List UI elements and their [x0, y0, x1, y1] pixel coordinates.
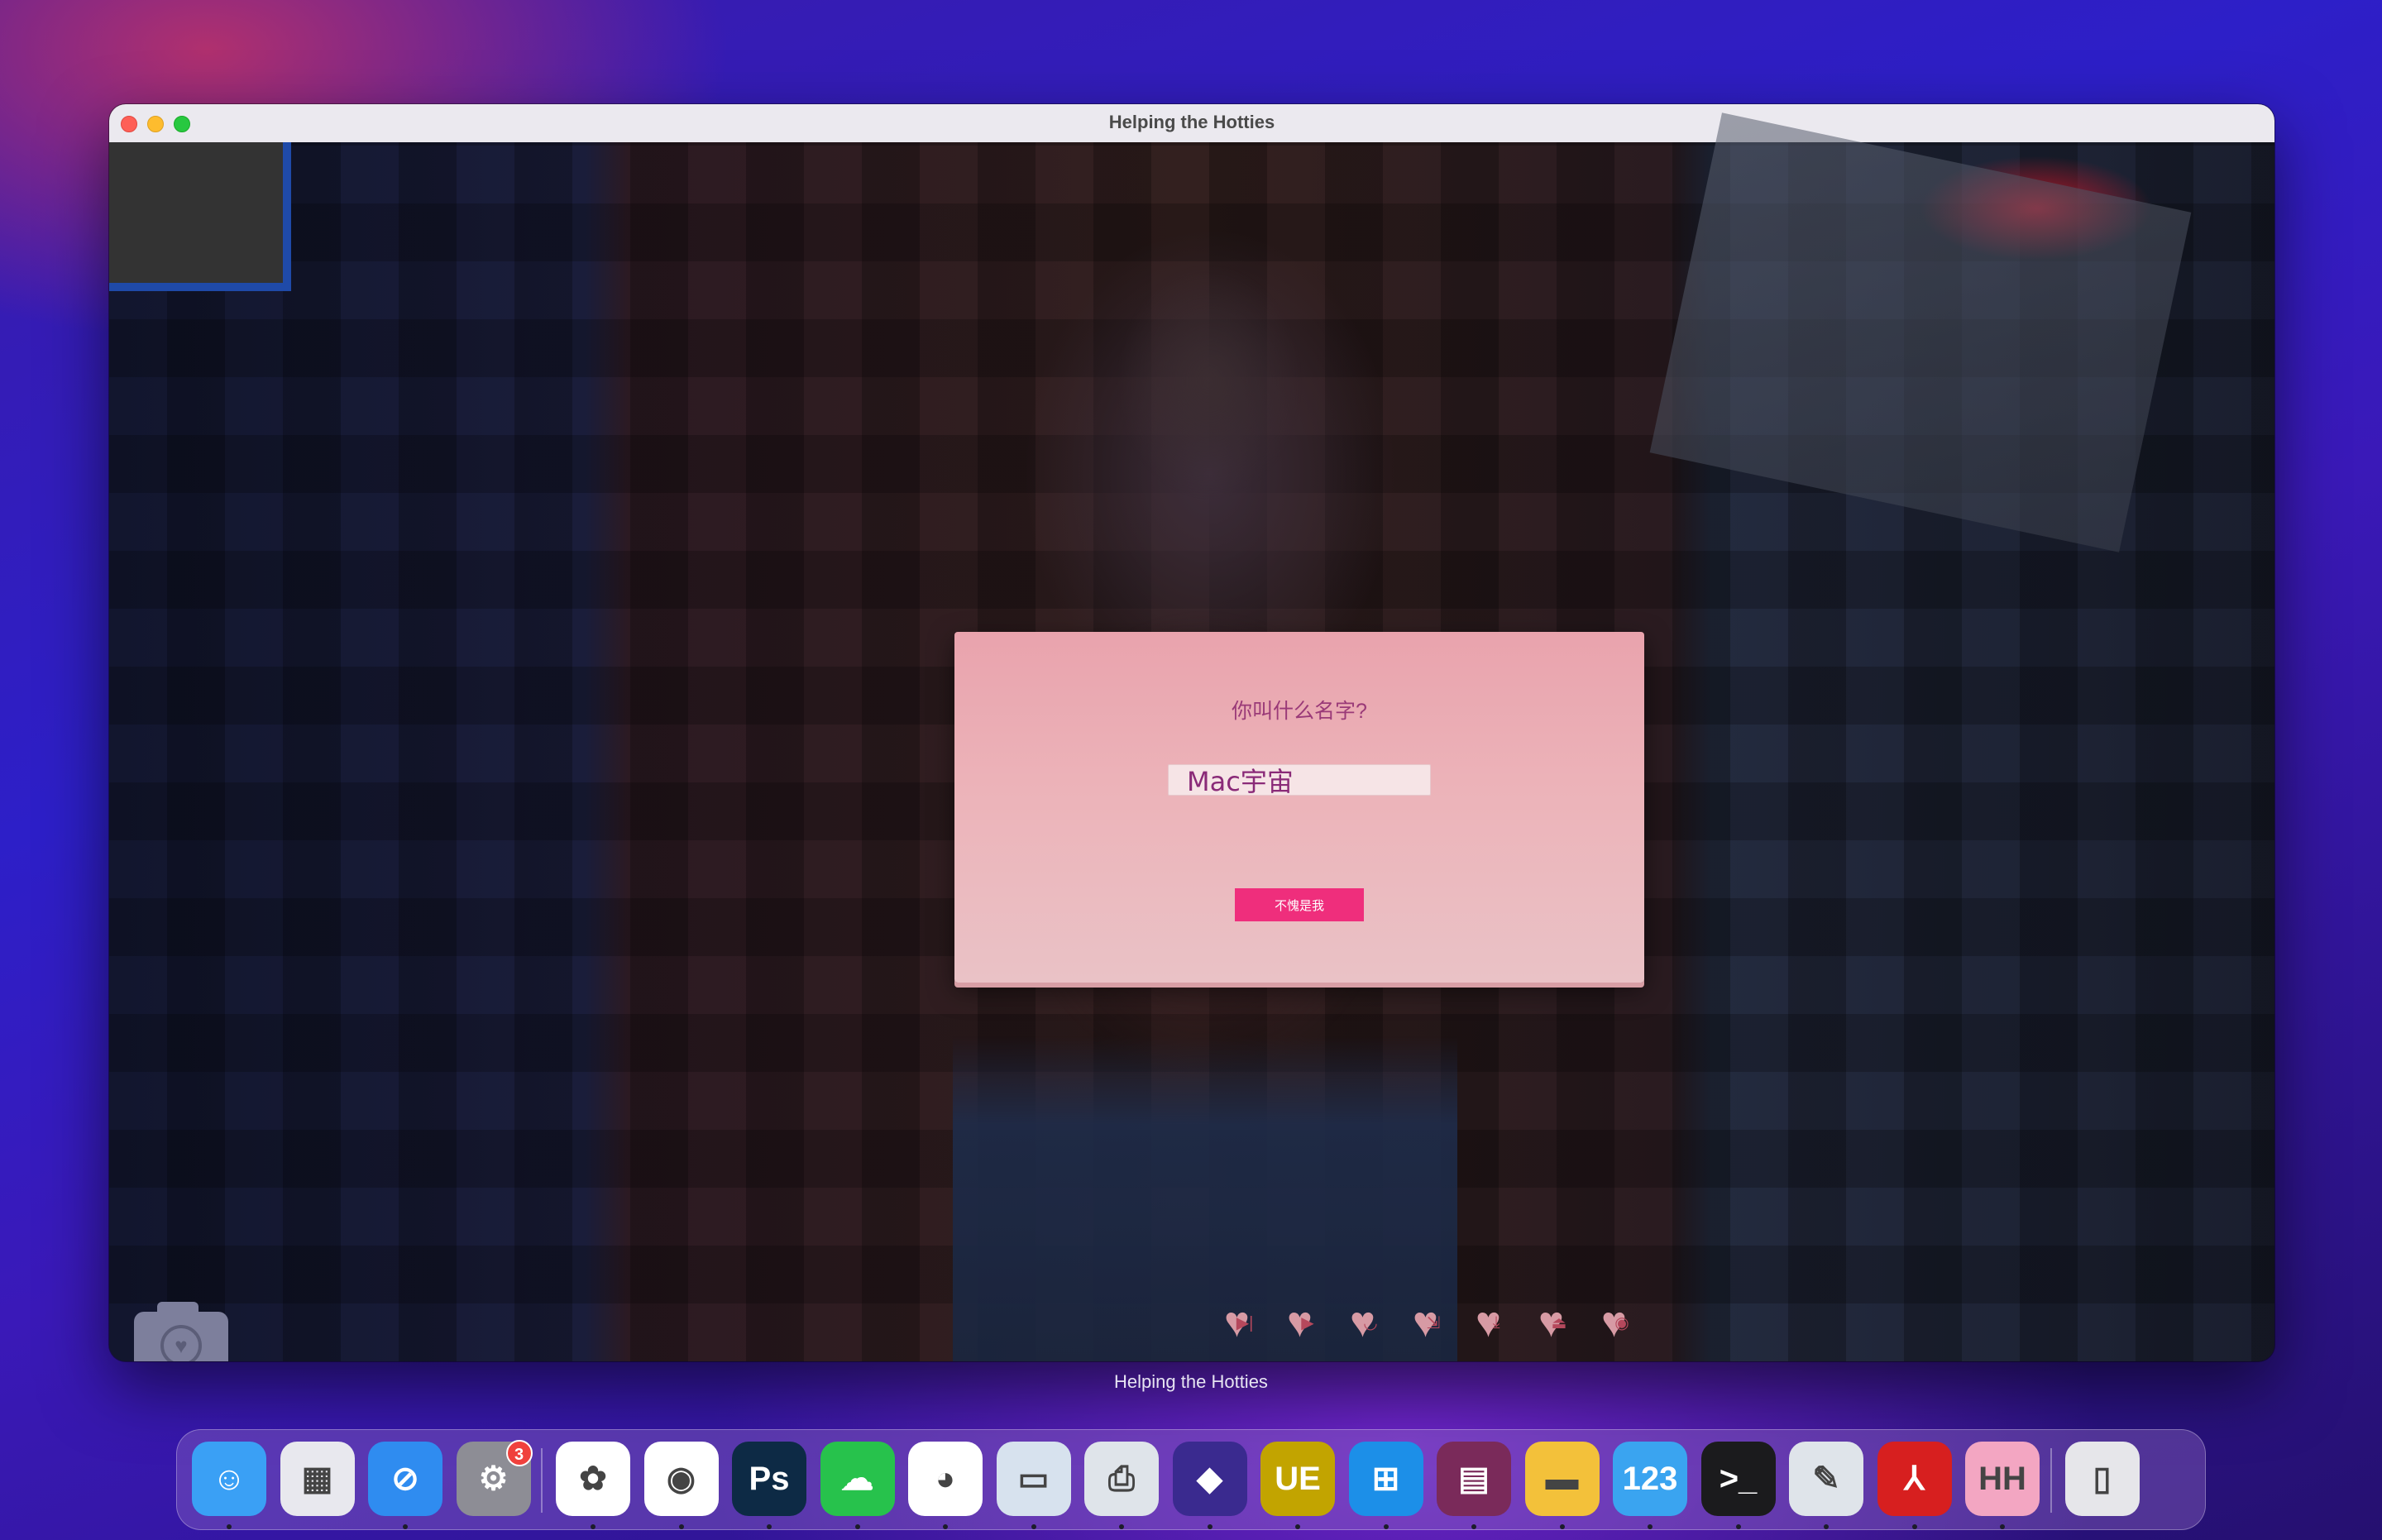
- game-window: Helping the Hotties 你叫什么名字? 不愧是我 ♥ ♥▶|♥▶…: [109, 104, 2274, 1361]
- game-scene[interactable]: 你叫什么名字? 不愧是我 ♥ ♥▶| ♥▶ ♥◡ ♥⇲ ♥⤓ ♥⏏ ♥◉: [109, 112, 2274, 1361]
- cloud-icon[interactable]: ✿: [556, 1442, 630, 1516]
- running-indicator: [1824, 1524, 1829, 1529]
- dock-app-glyph: HH: [1978, 1460, 2026, 1497]
- dock-app-glyph: ◕: [935, 1460, 956, 1497]
- wechat-icon[interactable]: ☁: [820, 1442, 895, 1516]
- lips-icon: ◡: [1363, 1313, 1378, 1332]
- running-indicator: [854, 1524, 860, 1529]
- running-indicator: [227, 1524, 232, 1529]
- quick-menu-eye-button[interactable]: ♥ ◉: [1601, 1301, 1643, 1344]
- diamond-icon[interactable]: ◆: [1172, 1442, 1247, 1516]
- running-indicator: [678, 1524, 684, 1529]
- launchpad-icon[interactable]: ▦: [280, 1442, 355, 1516]
- running-indicator: [1207, 1524, 1213, 1529]
- title-bar[interactable]: Helping the Hotties: [109, 104, 2274, 143]
- running-indicator: [1119, 1524, 1124, 1529]
- game-icon[interactable]: HH: [1965, 1442, 2040, 1516]
- terminal-icon[interactable]: >_: [1700, 1442, 1776, 1516]
- dialog-question: 你叫什么名字?: [1232, 700, 1367, 723]
- photoshop-icon[interactable]: Ps: [732, 1442, 806, 1516]
- window-title: Helping the Hotties: [1108, 112, 1275, 132]
- dock-app-glyph: ✿: [579, 1461, 607, 1497]
- upload-icon: ⏏: [1551, 1313, 1567, 1332]
- settings-icon[interactable]: ⚙ 3: [456, 1440, 533, 1516]
- quick-menu-save-button[interactable]: ♥ ⤓: [1476, 1301, 1517, 1344]
- dock-app-glyph: ◆: [1197, 1461, 1222, 1497]
- background-book: [1649, 112, 2192, 552]
- dock-app-glyph: ▬: [1545, 1460, 1579, 1497]
- qq-icon[interactable]: ◕: [908, 1442, 983, 1516]
- dock-app-glyph: ▯: [2093, 1461, 2112, 1497]
- dock-app-glyph: ✎: [1812, 1461, 1840, 1497]
- dock-app-glyph: ⊞: [1371, 1461, 1400, 1497]
- load-icon: ⇲: [1426, 1313, 1441, 1332]
- running-indicator: [1911, 1524, 1917, 1529]
- dock-app-glyph: 123: [1622, 1460, 1678, 1497]
- dock: ☺ ▦ ⊘ ⚙ 3 ✿ ◉ Ps ☁ ◕ ▭ ⎙ ◆ UE ⊞ ▤ ▬ 123 >_ ✎ ⅄ HH ▯: [176, 1429, 2206, 1530]
- printer-icon[interactable]: ⎙: [1084, 1442, 1159, 1516]
- running-indicator: [2000, 1524, 2005, 1529]
- running-indicator: [591, 1524, 596, 1529]
- running-indicator: [403, 1524, 408, 1529]
- screenshot-camera-button[interactable]: ♥: [134, 1302, 228, 1361]
- running-indicator: [1471, 1524, 1476, 1529]
- quick-menu-upload-button[interactable]: ♥ ⏏: [1538, 1301, 1580, 1344]
- preview-icon[interactable]: ✎: [1789, 1442, 1863, 1516]
- folder-icon[interactable]: ▬: [1524, 1442, 1600, 1516]
- quick-menu-play-button[interactable]: ♥ ▶: [1287, 1301, 1328, 1344]
- save-icon: ⤓: [1492, 1313, 1500, 1332]
- skip-icon: ▶|: [1236, 1313, 1254, 1332]
- dock-app-glyph: ☁: [840, 1461, 874, 1497]
- acrobat-icon[interactable]: ⅄: [1877, 1442, 1952, 1516]
- eye-icon: ◉: [1614, 1313, 1629, 1332]
- numbers-icon[interactable]: 123: [1613, 1442, 1687, 1516]
- dock-app-glyph: ⊘: [391, 1461, 419, 1497]
- running-indicator: [1559, 1524, 1565, 1529]
- ue-icon[interactable]: UE: [1260, 1442, 1335, 1516]
- confirm-button[interactable]: 不愧是我: [1235, 888, 1364, 921]
- running-indicator: [1383, 1524, 1389, 1529]
- dock-separator: [2050, 1448, 2052, 1513]
- dock-app-glyph: >_: [1719, 1460, 1758, 1497]
- running-indicator: [767, 1524, 772, 1529]
- running-indicator: [1295, 1524, 1300, 1529]
- dock-separator: [541, 1448, 543, 1513]
- chrome-icon[interactable]: ◉: [643, 1442, 719, 1516]
- dock-hover-label: Helping the Hotties: [1114, 1371, 1268, 1392]
- quick-menu-lips-button[interactable]: ♥ ◡: [1350, 1301, 1391, 1344]
- parallels-icon[interactable]: ▭: [996, 1442, 1071, 1516]
- notification-badge: 3: [505, 1440, 533, 1466]
- trash-icon[interactable]: ▯: [2064, 1442, 2140, 1516]
- winrar-icon[interactable]: ▤: [1437, 1442, 1511, 1516]
- dock-app-glyph: ☺: [212, 1460, 246, 1497]
- running-indicator: [1735, 1524, 1741, 1529]
- name-input-dialog: 你叫什么名字? 不愧是我: [954, 632, 1644, 983]
- dock-app-glyph: ▭: [1017, 1461, 1050, 1497]
- windows-icon[interactable]: ⊞: [1348, 1442, 1423, 1516]
- running-indicator: [943, 1524, 948, 1529]
- quick-menu: ♥ ▶| ♥ ▶ ♥ ◡ ♥ ⇲ ♥ ⤓ ♥ ⏏ ♥ ◉: [1224, 1301, 1643, 1344]
- dock-app-glyph: ⎙: [1108, 1460, 1135, 1497]
- quick-menu-load-button[interactable]: ♥ ⇲: [1413, 1301, 1454, 1344]
- dock-app-glyph: UE: [1275, 1460, 1321, 1497]
- quick-menu-skip-button[interactable]: ♥ ▶|: [1224, 1301, 1265, 1344]
- dock-app-glyph: ▦: [301, 1461, 333, 1497]
- dock-app-glyph: ⚙: [478, 1461, 509, 1497]
- running-indicator: [1031, 1524, 1036, 1529]
- finder-icon[interactable]: ☺: [192, 1442, 266, 1516]
- running-indicator: [1648, 1524, 1653, 1529]
- name-input[interactable]: [1168, 764, 1431, 796]
- play-icon: ▶: [1301, 1313, 1314, 1332]
- camera-icon: ♥: [160, 1325, 202, 1361]
- wall-picture: [109, 142, 291, 291]
- dock-app-glyph: ▤: [1458, 1461, 1490, 1497]
- dock-app-glyph: ⅄: [1904, 1461, 1925, 1497]
- safari-icon[interactable]: ⊘: [368, 1442, 442, 1516]
- dock-app-glyph: Ps: [749, 1460, 790, 1497]
- dock-app-glyph: ◉: [667, 1461, 696, 1497]
